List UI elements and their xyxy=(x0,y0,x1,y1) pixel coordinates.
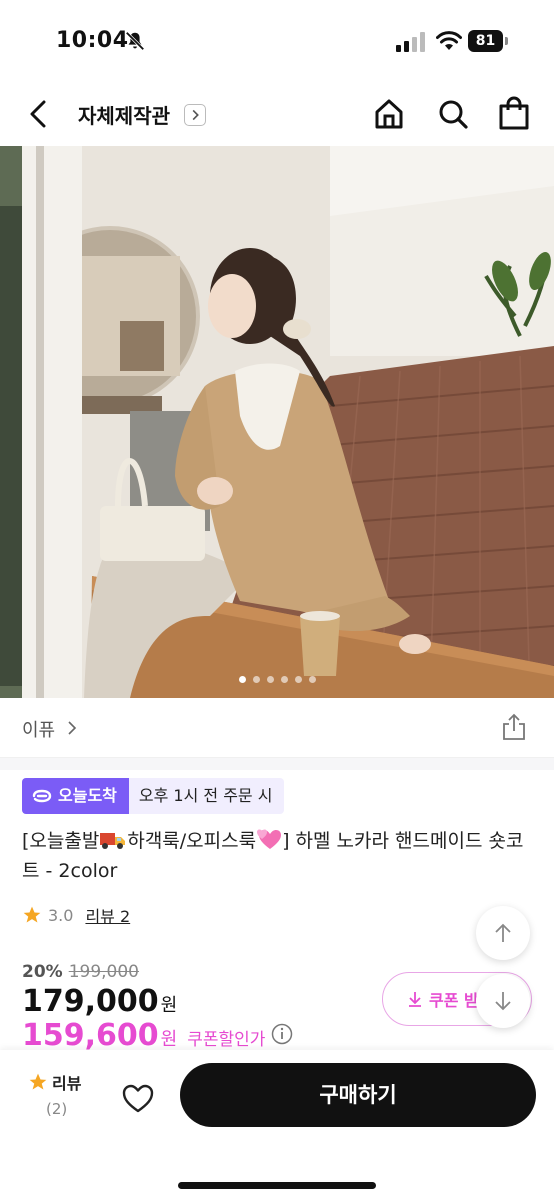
coupon-price: 159,600 xyxy=(22,1018,159,1053)
review-label: 리뷰 xyxy=(52,1074,82,1093)
two-hearts-emoji-icon xyxy=(257,829,282,849)
wifi-icon xyxy=(436,31,462,50)
arrow-up-icon xyxy=(495,923,511,942)
review-count: (2) xyxy=(46,1100,68,1118)
arrow-down-icon xyxy=(495,992,511,1011)
share-icon[interactable] xyxy=(500,712,528,742)
info-icon[interactable] xyxy=(271,1023,293,1045)
status-bar: 10:04 81 xyxy=(0,0,554,82)
price-unit: 원 xyxy=(160,995,178,1016)
title-style: 하객룩/오피스룩 xyxy=(127,830,257,852)
coupon-price-unit: 원 xyxy=(160,1029,178,1050)
coupon-button-label: 쿠폰 받 xyxy=(429,991,479,1010)
carousel-dot[interactable] xyxy=(294,676,302,683)
search-icon[interactable] xyxy=(436,96,470,132)
carousel-dot[interactable] xyxy=(252,676,260,683)
carousel-indicator xyxy=(0,676,554,686)
same-day-badge: 오늘도착 xyxy=(22,778,129,814)
carousel-dot[interactable] xyxy=(280,676,288,683)
section-divider xyxy=(0,758,554,770)
shopping-bag-icon[interactable] xyxy=(497,96,531,132)
delivery-info: 오늘도착 오후 1시 전 주문 시 xyxy=(22,778,285,814)
scroll-top-button[interactable] xyxy=(476,906,530,960)
battery-level: 81 xyxy=(468,30,503,52)
rating-row[interactable]: 3.0 리뷰 2 xyxy=(22,902,130,928)
star-icon xyxy=(23,906,41,923)
coupon-price-row: 159,600 원 쿠폰할인가 xyxy=(22,1018,293,1053)
brand-row[interactable]: 이퓨 xyxy=(0,698,554,758)
buy-button[interactable]: 구매하기 xyxy=(180,1063,536,1127)
home-icon[interactable] xyxy=(372,96,406,132)
chevron-right-icon[interactable] xyxy=(184,104,206,126)
brand-name[interactable]: 이퓨 xyxy=(22,716,55,742)
review-summary-button[interactable]: 리뷰 (2) xyxy=(28,1070,98,1118)
coupon-price-label: 쿠폰할인가 xyxy=(187,1030,266,1050)
home-indicator xyxy=(178,1182,376,1189)
top-nav: 자체제작관 xyxy=(0,82,554,146)
product-title: [오늘출발 하객룩/오피스룩 ] 하멜 노카라 핸드메이드 숏코트 - 2col… xyxy=(22,826,532,886)
bottom-action-bar: 리뷰 (2) 구매하기 xyxy=(0,1050,554,1200)
review-link[interactable]: 리뷰 2 xyxy=(85,903,130,927)
truck-emoji-icon xyxy=(100,833,126,849)
sale-price: 179,000 xyxy=(22,984,159,1019)
cellular-signal-icon xyxy=(396,32,425,52)
original-price: 199,000 xyxy=(68,962,140,982)
delivery-icon xyxy=(32,789,52,803)
carousel-dot[interactable] xyxy=(308,676,316,683)
download-icon xyxy=(409,992,421,1007)
battery-icon: 81 xyxy=(468,30,508,52)
sale-price-row: 179,000 원 xyxy=(22,984,177,1019)
title-prefix: [오늘출발 xyxy=(22,830,100,852)
store-name[interactable]: 자체제작관 xyxy=(78,100,170,129)
heart-icon[interactable] xyxy=(118,1078,158,1118)
product-photo xyxy=(0,146,554,698)
back-arrow-icon[interactable] xyxy=(22,96,56,132)
status-time: 10:04 xyxy=(56,28,129,53)
carousel-dot[interactable] xyxy=(238,676,246,683)
bell-off-icon xyxy=(125,31,145,51)
delivery-cutoff: 오후 1시 전 주문 시 xyxy=(128,778,285,814)
discount-rate: 20% xyxy=(22,962,63,982)
discount-row: 20% 199,000 xyxy=(22,962,139,982)
carousel-dot[interactable] xyxy=(266,676,274,683)
same-day-badge-label: 오늘도착 xyxy=(58,786,117,805)
product-image-carousel[interactable] xyxy=(0,146,554,698)
scroll-down-button[interactable] xyxy=(476,974,530,1028)
star-icon xyxy=(29,1073,47,1090)
rating-score: 3.0 xyxy=(48,905,74,925)
chevron-right-icon xyxy=(68,721,77,735)
